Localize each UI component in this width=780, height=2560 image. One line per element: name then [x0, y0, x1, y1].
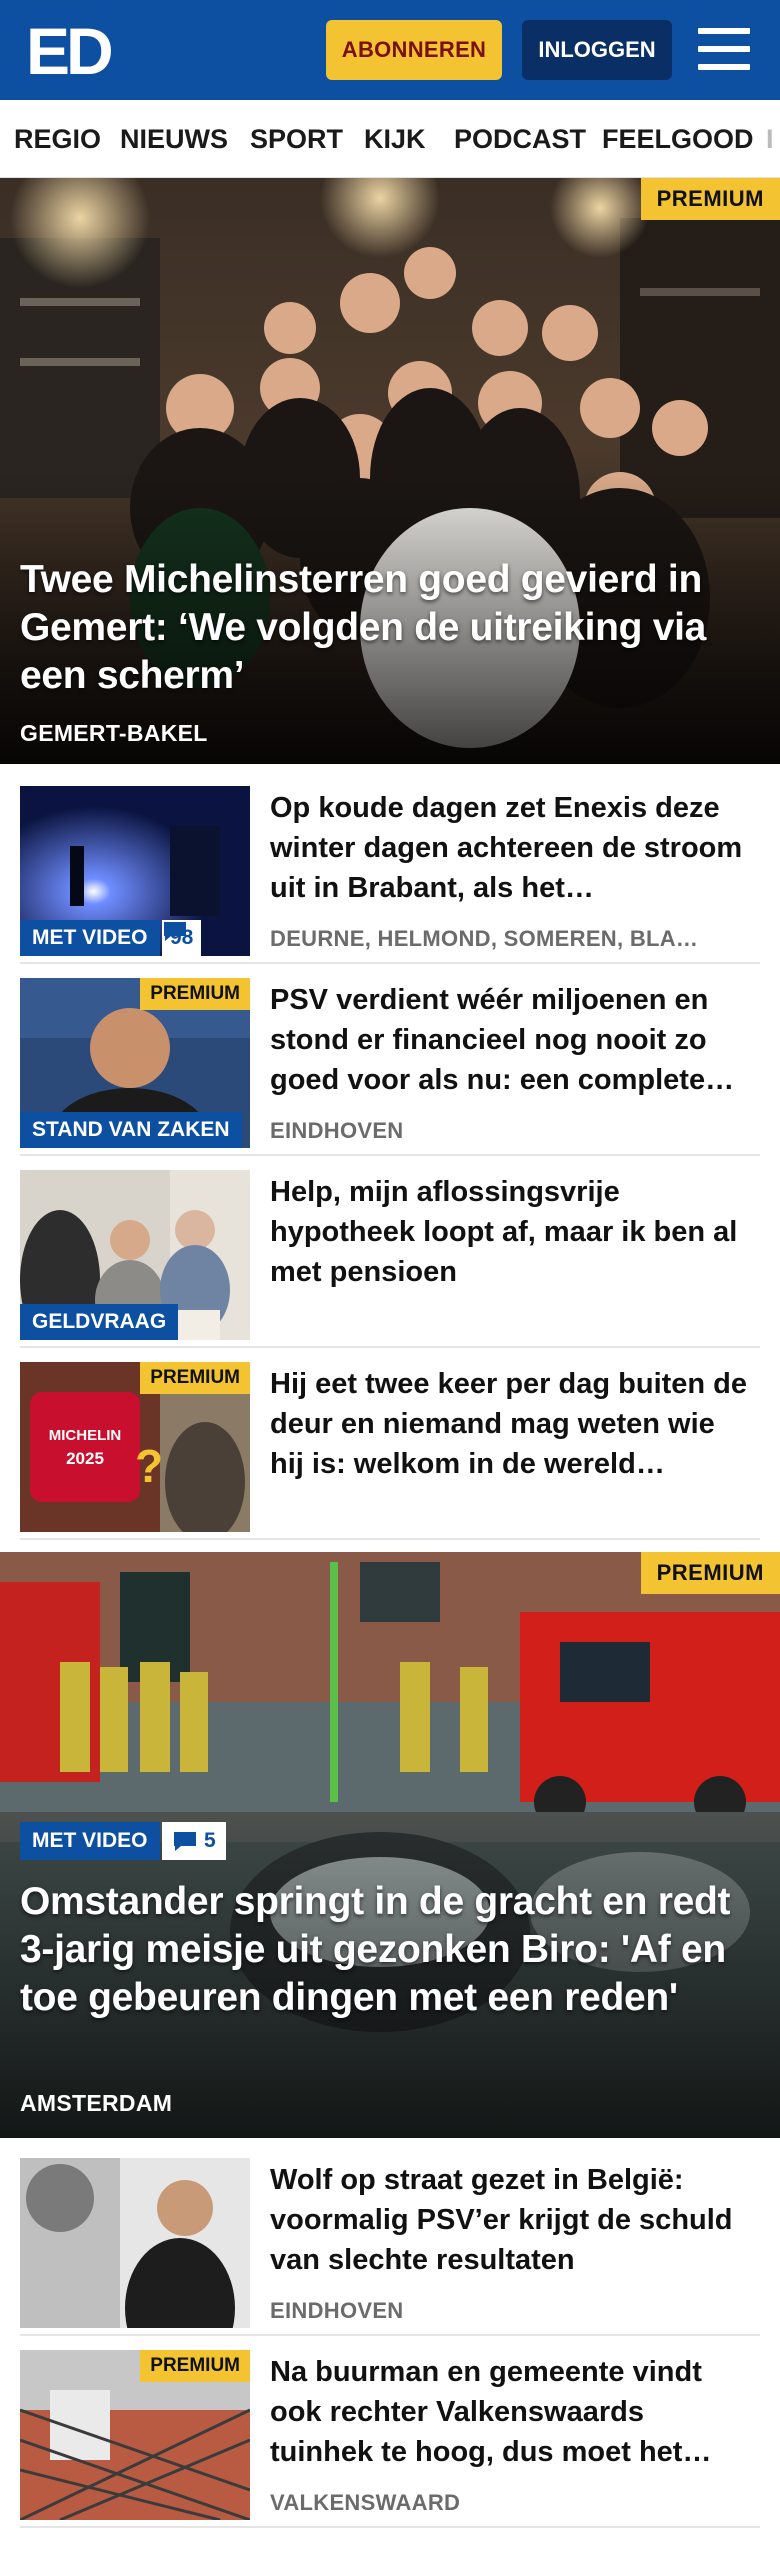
hamburger-menu-icon[interactable] — [698, 26, 750, 72]
article-thumbnail: PREMIUM — [20, 2350, 250, 2520]
comment-count: 5 — [162, 1822, 226, 1860]
video-label: MET VIDEO — [20, 1822, 160, 1860]
article-thumbnail: GELDVRAAG — [20, 1170, 250, 1340]
premium-badge: PREMIUM — [640, 178, 780, 220]
svg-text:ED: ED — [26, 18, 111, 80]
login-button[interactable]: INLOGGEN — [522, 20, 672, 80]
hero-headline[interactable]: Omstander springt in de gracht en redt 3… — [20, 1878, 750, 2022]
article-thumbnail: MET VIDEO 98 — [20, 786, 250, 956]
nav-item-podcast[interactable]: PODCAST — [454, 124, 586, 155]
hero-location: GEMERT-BAKEL — [20, 720, 208, 746]
article-location: EINDHOVEN — [270, 2298, 404, 2323]
hero-headline[interactable]: Twee Michelinsterren goed gevierd in Gem… — [20, 556, 750, 700]
thumbnail-photo-coach — [20, 2158, 250, 2328]
nav-item-kijk[interactable]: KIJK — [364, 124, 426, 155]
article-item-michelin-inspector[interactable]: MICHELIN 2025 ? PREMIUM Hij eet twee kee… — [20, 1362, 760, 1540]
article-item-hypotheek[interactable]: GELDVRAAG Help, mijn aflossingsvrije hyp… — [20, 1170, 760, 1348]
article-item-tuinhek[interactable]: PREMIUM Na buurman en gemeente vindt ook… — [20, 2350, 760, 2528]
video-label: MET VIDEO — [20, 920, 160, 956]
article-thumbnail — [20, 2158, 250, 2328]
article-item-wolf[interactable]: Wolf op straat gezet in België: voormali… — [20, 2158, 760, 2336]
svg-text:2025: 2025 — [66, 1449, 104, 1468]
article-location: EINDHOVEN — [270, 1118, 404, 1143]
article-title[interactable]: Help, mijn aflossingsvrije hypotheek loo… — [270, 1172, 750, 1292]
section-label: GELDVRAAG — [20, 1304, 179, 1340]
comment-bubble-icon — [164, 922, 186, 941]
article-title[interactable]: Na buurman en gemeente vindt ook rechter… — [270, 2352, 750, 2472]
article-title[interactable]: PSV verdient wéér miljoenen en stond er … — [270, 980, 750, 1100]
article-title[interactable]: Wolf op straat gezet in België: voormali… — [270, 2160, 750, 2280]
hero-article-michelin[interactable]: PREMIUM Twee Michelinsterren goed gevier… — [0, 178, 780, 764]
nav-item-nieuws[interactable]: NIEUWS — [120, 124, 228, 155]
premium-badge: PREMIUM — [140, 978, 250, 1010]
article-thumbnail: PREMIUM STAND VAN ZAKEN — [20, 978, 250, 1148]
article-title[interactable]: Op koude dagen zet Enexis deze winter da… — [270, 788, 750, 908]
ed-logo[interactable]: ED — [26, 18, 116, 80]
article-item-enexis[interactable]: MET VIDEO 98 Op koude dagen zet Enexis d… — [20, 786, 760, 964]
article-thumbnail: MICHELIN 2025 ? PREMIUM — [20, 1362, 250, 1532]
nav-item-regio[interactable]: REGIO — [14, 124, 101, 155]
article-item-psv-finance[interactable]: PREMIUM STAND VAN ZAKEN PSV verdient wéé… — [20, 978, 760, 1156]
nav-item-sport[interactable]: SPORT — [250, 124, 343, 155]
subscribe-button[interactable]: ABONNEREN — [326, 20, 502, 80]
comment-bubble-icon — [174, 1832, 196, 1851]
thumb-michelin-text: MICHELIN — [49, 1427, 122, 1444]
premium-badge: PREMIUM — [140, 2350, 250, 2382]
premium-badge: PREMIUM — [640, 1552, 780, 1594]
hero-article-amsterdam[interactable]: PREMIUM MET VIDEO 5 Omstander springt in… — [0, 1552, 780, 2138]
comment-count: 98 — [162, 920, 202, 956]
hero-location: AMSTERDAM — [20, 2090, 173, 2116]
article-title[interactable]: Hij eet twee keer per dag buiten de deur… — [270, 1364, 750, 1484]
nav-item-feelgood[interactable]: FEELGOOD — [602, 124, 754, 155]
section-label: STAND VAN ZAKEN — [20, 1112, 242, 1148]
nav-item-overflow[interactable]: I — [766, 124, 774, 155]
site-header: ED ABONNEREN INLOGGEN — [0, 0, 780, 100]
premium-badge: PREMIUM — [140, 1362, 250, 1394]
svg-text:?: ? — [135, 1440, 163, 1492]
article-location: DEURNE, HELMOND, SOMEREN, BLA… — [270, 926, 699, 951]
article-location: VALKENSWAARD — [270, 2490, 461, 2515]
section-nav: REGIO NIEUWS SPORT KIJK PODCAST FEELGOOD… — [0, 100, 780, 178]
